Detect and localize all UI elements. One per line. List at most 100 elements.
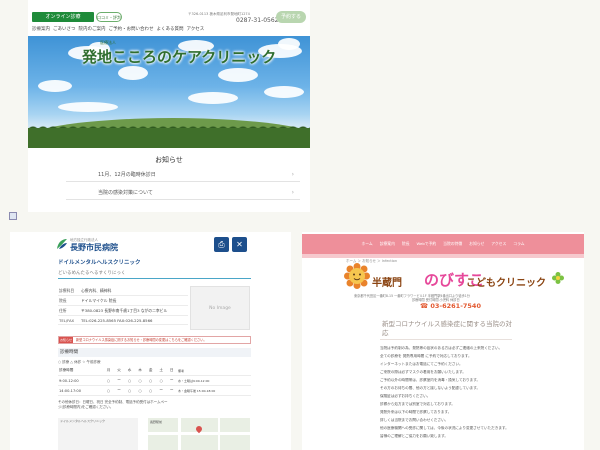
page-title: 新型コロナウイルス感染症に関する当院の対応 xyxy=(382,320,512,337)
nav-item-guide[interactable]: 診療案内 xyxy=(380,241,395,247)
clinic-info-table: 診療科目 心療内科、精神科 院長 ドイルマイケル 院長 住所 〒380-0823 長野… xyxy=(58,286,188,325)
paragraph: 当院は予約制の為、発熱等の症状のある方は必ずご連絡の上来院ください。 xyxy=(380,346,503,350)
nav-item-director[interactable]: 院長 xyxy=(402,241,410,247)
printer-icon: ⎙ xyxy=(218,240,225,249)
nav-item-contact[interactable]: ご予約・お問い合わせ xyxy=(109,26,154,34)
table-header: 火 xyxy=(113,366,125,376)
paragraph: 詳しくは当院までお問い合わせください。 xyxy=(380,418,449,422)
logo-text: オンライン診療 xyxy=(45,14,81,20)
table-header-row: 診療時間 月 火 水 木 金 土 日 備考 xyxy=(58,366,251,376)
hours-heading: 診療時間 xyxy=(58,348,251,357)
nav-item-faq[interactable]: よくある質問 xyxy=(157,26,184,34)
table-cell: 木・金曜午後 15:00-18:00 xyxy=(176,385,251,396)
print-button[interactable]: ⎙ xyxy=(214,237,229,252)
table-header: 診療時間 xyxy=(58,366,104,376)
nav-item-features[interactable]: 当院の特徴 xyxy=(443,241,462,247)
paragraph: その方のお待ちの間、他の方と接しないよう配慮しています。 xyxy=(380,386,481,390)
hours-note: その他休診日：日曜日、祝日 完全予約制、電話予約受付はホームページ(診療時間内)… xyxy=(58,400,168,409)
review-badge[interactable]: 口コミ・評判 xyxy=(96,12,122,22)
map-label: 長野駅前 xyxy=(150,420,163,424)
table-cell: 9:00-12:00 xyxy=(58,375,104,386)
paragraph: インターネットまたはお電話にてご予約ください。 xyxy=(380,362,463,366)
table-cell: ○ xyxy=(124,375,135,386)
close-button[interactable]: ✕ xyxy=(232,237,247,252)
paragraph: ご予約以外の時間帯は、診察室内を消毒・換気しております。 xyxy=(380,378,481,382)
table-cell: ー xyxy=(113,385,125,396)
info-key: 住所 xyxy=(58,305,80,316)
main-nav: 診療案内 ごあいさつ 院内のご案内 ご予約・お問い合わせ よくある質問 アクセス xyxy=(32,26,262,34)
table-row: TEL/FAX TEL:026-225-8565 FAX:026-225-8566 xyxy=(58,315,188,325)
table-cell: ○ xyxy=(134,385,146,396)
nav-item-access[interactable]: アクセス xyxy=(187,26,205,34)
table-header: 備考 xyxy=(176,366,251,376)
forest xyxy=(28,128,310,148)
clinic-name: ドイルメンタルヘルスクリニック xyxy=(58,260,141,266)
nav-item-web-reserve[interactable]: Webで予約 xyxy=(417,241,437,247)
table-cell: 14:00-17:00 xyxy=(58,385,104,396)
no-image-placeholder: No Image xyxy=(190,286,250,330)
broken-image-icon xyxy=(9,212,17,220)
table-cell: ○ xyxy=(103,385,114,396)
hospital-logo-text: 長野市民病院 xyxy=(70,243,118,252)
info-value: TEL:026-225-8565 FAX:026-225-8566 xyxy=(80,315,188,325)
chevron-right-icon: › xyxy=(291,171,294,178)
paragraph: 全ての診療を 発熱専用時間 に予約で対応しております。 xyxy=(380,354,472,358)
info-key: TEL/FAX xyxy=(58,315,80,325)
table-row: 診療科目 心療内科、精神科 xyxy=(58,286,188,296)
phone-number: 03-6261-7540 xyxy=(430,302,481,310)
table-row: 9:00-12:00 ○ ー ○ ○ ○ ○ ー 水・土曜は9:00-12:00 xyxy=(58,375,251,386)
table-cell: ○ xyxy=(155,375,167,386)
news-item[interactable]: 当院の感染対策について › xyxy=(66,186,300,200)
clinic-name-reading: どいるめんたるへるすくりにっく xyxy=(58,271,126,276)
table-cell: ー xyxy=(113,375,125,386)
nav-item-news[interactable]: お知らせ xyxy=(469,241,484,247)
paragraph: 発熱外来は以下の時間で診察しております。 xyxy=(380,410,452,414)
info-value: ドイルマイケル 院長 xyxy=(80,295,188,306)
flower-icon xyxy=(552,272,564,284)
nav-item-greeting[interactable]: ごあいさつ xyxy=(53,26,76,34)
info-value: 〒380-0823 長野市南千歳1丁目3 ながの二幸ビル xyxy=(80,305,188,316)
page-title: 発地こころのケアクリニック xyxy=(82,48,277,66)
nav-item-facility[interactable]: 院内のご案内 xyxy=(79,26,106,34)
table-cell: ○ xyxy=(145,375,156,386)
kids-clinic-page-screenshot: ホーム 診療案内 院長 Webで予約 当院の特徴 お知らせ アクセス コラム ホ… xyxy=(302,232,584,450)
hours-table: 診療時間 月 火 水 木 金 土 日 備考 9:00-12:00 ○ ー ○ ○… xyxy=(58,366,251,396)
nav-underline xyxy=(302,254,584,258)
table-cell: 水・土曜は9:00-12:00 xyxy=(176,375,251,386)
table-header: 土 xyxy=(155,366,167,376)
table-row: 住所 〒380-0823 長野市南千歳1丁目3 ながの二幸ビル xyxy=(58,305,188,316)
nav-item-access[interactable]: アクセス xyxy=(491,241,506,247)
table-header: 金 xyxy=(145,366,156,376)
nav-item-column[interactable]: コラム xyxy=(513,241,524,247)
nav-item-home[interactable]: ホーム xyxy=(361,241,372,247)
alert-text[interactable]: 新型コロナウイルス感染症に関するお知らせ・診療時間の変更はこちらをご確認ください… xyxy=(76,337,207,343)
nav-item-guide[interactable]: 診療案内 xyxy=(32,26,50,34)
top-nav: ホーム 診療案内 院長 Webで予約 当院の特徴 お知らせ アクセス コラム xyxy=(302,234,584,254)
table-header: 日 xyxy=(166,366,177,376)
clinic-homepage-screenshot: オンライン診療 口コミ・評判 〒326-0113 栃木県足利市発地町1274 0… xyxy=(28,0,310,212)
clinic-phone[interactable]: ☎ 03-6261-7540 xyxy=(420,302,481,310)
table-cell: ー xyxy=(166,375,177,386)
paragraph: 皆様のご理解とご協力をお願い致します。 xyxy=(380,434,448,438)
info-key: 診療科目 xyxy=(58,286,80,296)
news-item[interactable]: 11月、12月の臨時休診日 › xyxy=(66,168,300,182)
lion-mascot-icon xyxy=(344,263,370,289)
table-cell: ○ xyxy=(103,375,114,386)
table-cell: ○ xyxy=(134,375,146,386)
phone-icon: ☎ xyxy=(420,302,431,310)
paragraph: ご来院の際は必ずマスクの着用をお願いいたします。 xyxy=(380,370,466,374)
hospital-logo-icon xyxy=(57,239,67,249)
info-value: 心療内科、精神科 xyxy=(80,286,188,296)
hospital-page-screenshot: 地方独立行政法人 長野市民病院 ⎙ ✕ ドイルメンタルヘルスクリニック どいるめ… xyxy=(10,232,291,450)
reserve-button[interactable]: 予約する xyxy=(276,11,306,23)
divider xyxy=(58,278,251,279)
close-icon: ✕ xyxy=(236,240,243,249)
paragraph: 他の医療機関への受診に関しては、今後の状況により変更させていただきます。 xyxy=(380,426,509,430)
map[interactable]: 長野駅前 xyxy=(148,418,250,450)
clinic-phone: 0287-31-0562 xyxy=(236,17,279,24)
table-header: 月 xyxy=(103,366,114,376)
news-item-text: 11月、12月の臨時休診日 xyxy=(98,172,156,178)
clinic-photo-label: ドイルメンタルヘルスクリニック xyxy=(60,419,106,423)
table-cell: ー xyxy=(155,385,167,396)
news-item-text: 当院の感染対策について xyxy=(98,190,153,196)
